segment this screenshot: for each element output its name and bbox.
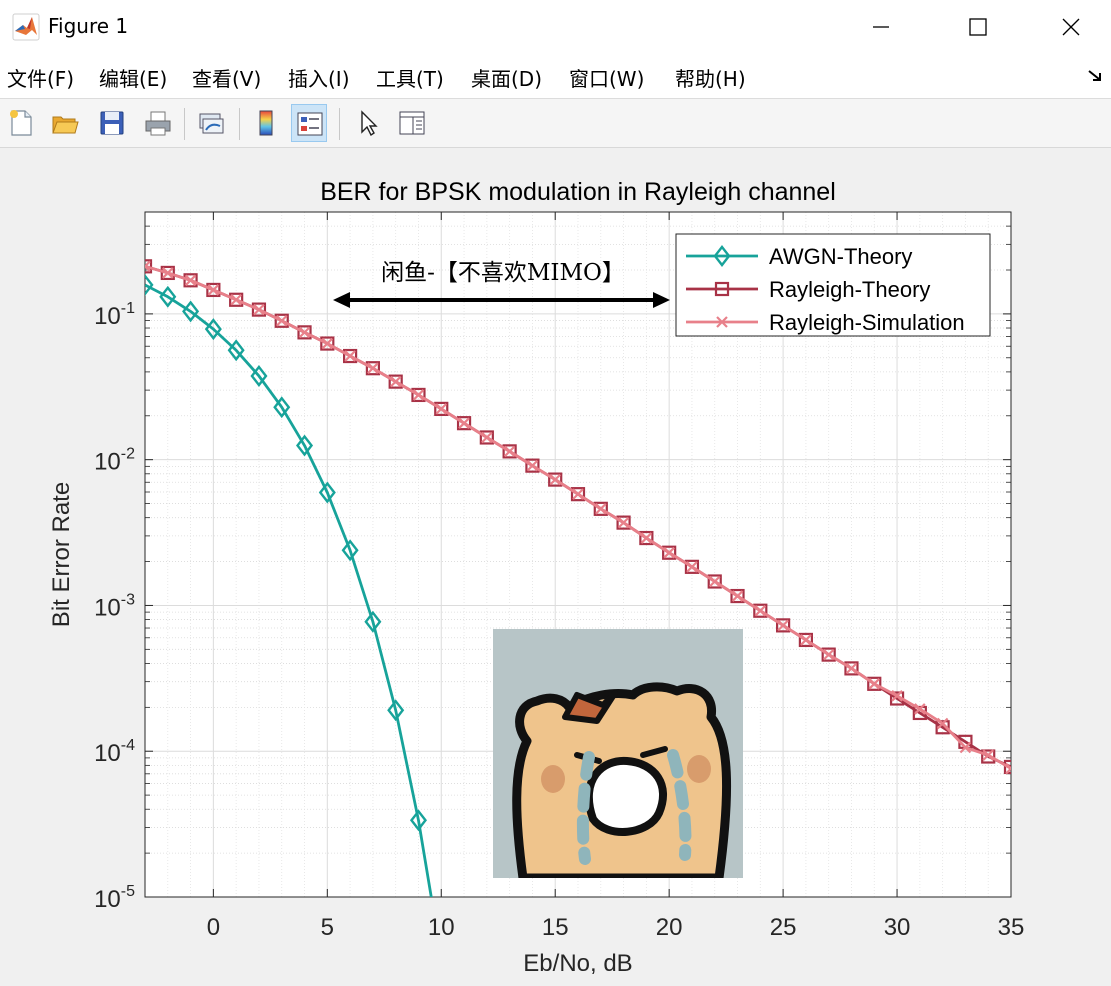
- x-tick-label: 25: [770, 914, 797, 941]
- menu-edit[interactable]: 编辑(E): [99, 63, 167, 92]
- x-axis-label: Eb/No, dB: [523, 950, 632, 977]
- y-tick-label: 10-5: [94, 883, 135, 913]
- property-inspector-button[interactable]: [394, 104, 430, 142]
- y-axis-label: Bit Error Rate: [48, 482, 75, 627]
- minimize-icon: [873, 26, 889, 28]
- menu-help[interactable]: 帮助(H): [675, 63, 746, 92]
- close-button[interactable]: [1048, 0, 1094, 54]
- bear-sticker-image: [493, 629, 743, 878]
- new-figure-icon: [10, 110, 32, 136]
- open-file-button[interactable]: [47, 104, 83, 142]
- y-tick-label: 10-1: [94, 300, 135, 330]
- insert-legend-icon: [297, 112, 323, 136]
- toolbar: [0, 99, 1111, 148]
- y-tick-label: 10-3: [94, 591, 135, 621]
- dock-arrow-icon[interactable]: [1087, 68, 1103, 84]
- x-tick-label: 15: [542, 914, 569, 941]
- y-tick-label: 10-2: [94, 446, 135, 476]
- property-inspector-icon: [399, 111, 425, 135]
- menu-view[interactable]: 查看(V): [192, 63, 261, 92]
- toolbar-separator: [184, 108, 185, 140]
- toolbar-separator: [239, 108, 240, 140]
- title-bar: Figure 1: [0, 0, 1111, 54]
- menu-file[interactable]: 文件(F): [7, 63, 74, 92]
- x-tick-label: 35: [998, 914, 1025, 941]
- x-tick-label: 30: [884, 914, 911, 941]
- menu-bar: 文件(F) 编辑(E) 查看(V) 插入(I) 工具(T) 桌面(D) 窗口(W…: [0, 54, 1111, 99]
- legend-label: Rayleigh-Theory: [769, 277, 930, 302]
- menu-desktop[interactable]: 桌面(D): [471, 63, 542, 92]
- print-button[interactable]: [140, 104, 176, 142]
- y-tick-base: 10: [94, 886, 121, 913]
- insert-colorbar-icon: [259, 110, 273, 136]
- link-plot-icon: [199, 113, 224, 134]
- legend-label: Rayleigh-Simulation: [769, 310, 965, 335]
- maximize-icon: [969, 18, 987, 36]
- open-file-icon: [52, 116, 79, 134]
- new-figure-button[interactable]: [3, 104, 39, 142]
- save-button[interactable]: [94, 104, 130, 142]
- chart-title: BER for BPSK modulation in Rayleigh chan…: [320, 178, 836, 206]
- y-tick-base: 10: [94, 303, 121, 330]
- close-icon: [1062, 18, 1080, 36]
- matlab-icon: [12, 13, 40, 41]
- window-title: Figure 1: [48, 14, 129, 38]
- print-icon: [145, 111, 171, 136]
- y-tick-exponent: -2: [121, 446, 135, 463]
- toolbar-separator: [339, 108, 340, 140]
- x-tick-label: 0: [207, 914, 220, 941]
- maximize-button[interactable]: [955, 0, 1001, 54]
- x-tick-label: 20: [656, 914, 683, 941]
- y-tick-base: 10: [94, 594, 121, 621]
- edit-plot-arrow-icon: [361, 110, 378, 137]
- menu-window[interactable]: 窗口(W): [569, 63, 644, 92]
- minimize-button[interactable]: [858, 0, 904, 54]
- x-tick-label: 5: [321, 914, 334, 941]
- x-tick-label: 10: [428, 914, 455, 941]
- y-tick-exponent: -5: [121, 883, 135, 900]
- insert-legend-button[interactable]: [291, 104, 327, 142]
- save-icon: [100, 111, 124, 135]
- menu-insert[interactable]: 插入(I): [288, 63, 350, 92]
- y-tick-base: 10: [94, 740, 121, 767]
- menu-tools[interactable]: 工具(T): [376, 63, 444, 92]
- edit-plot-button[interactable]: [350, 104, 386, 142]
- legend-label: AWGN-Theory: [769, 244, 912, 269]
- legend[interactable]: AWGN-Theory Rayleigh-Theory Rayleigh-Simul…: [675, 233, 991, 337]
- insert-colorbar-button[interactable]: [248, 104, 284, 142]
- y-tick-base: 10: [94, 449, 121, 476]
- y-tick-exponent: -3: [121, 591, 135, 608]
- link-plot-button[interactable]: [193, 104, 229, 142]
- annotation-text: 闲鱼-【不喜欢MIMO】: [381, 260, 625, 286]
- y-tick-label: 10-4: [94, 737, 135, 767]
- y-tick-exponent: -1: [121, 300, 135, 317]
- y-tick-exponent: -4: [121, 737, 135, 754]
